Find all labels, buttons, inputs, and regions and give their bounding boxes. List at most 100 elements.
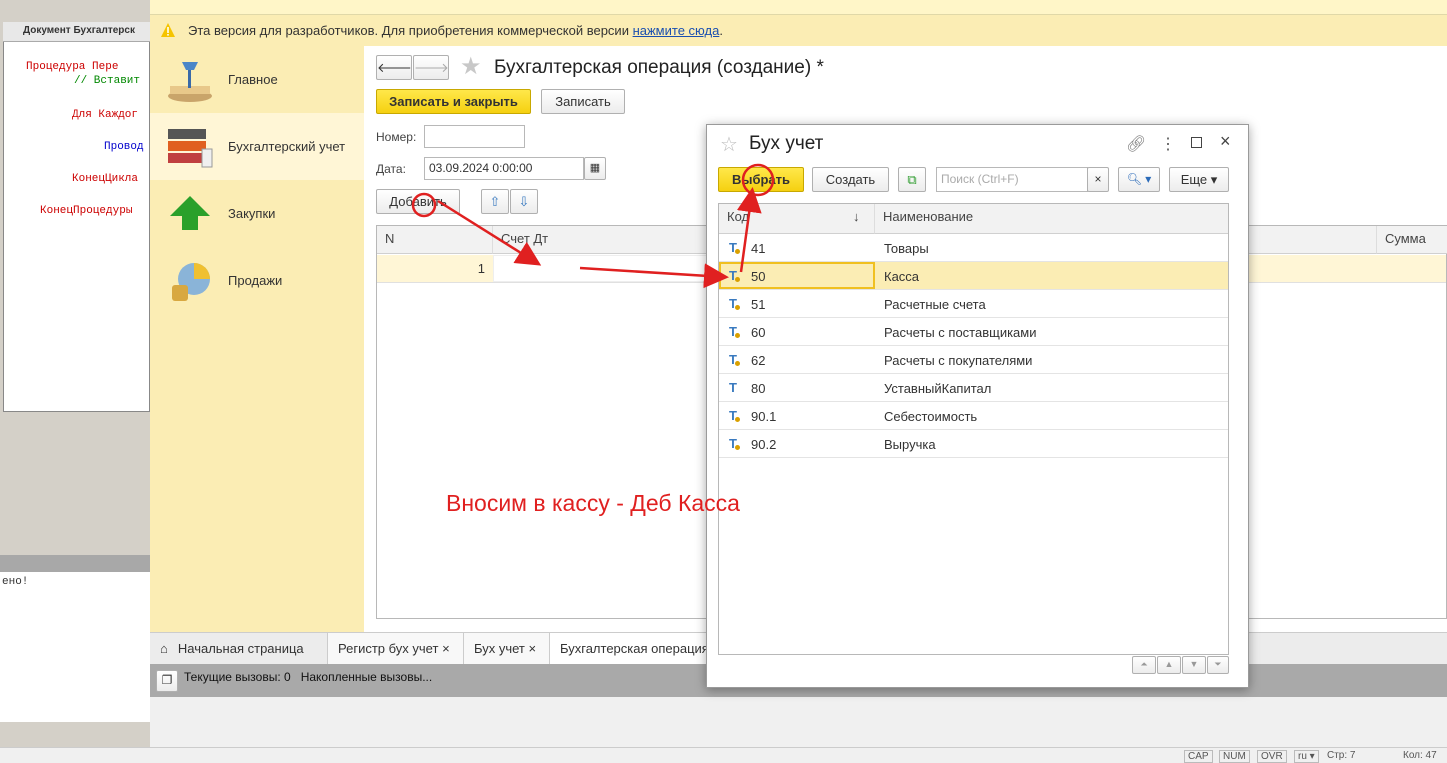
buy-link[interactable]: нажмите сюда [633, 23, 720, 38]
code-line: Провод [104, 141, 144, 153]
favorite-star-icon[interactable]: ★ [460, 52, 482, 81]
section-accounting[interactable]: Бухгалтерский учет [150, 113, 364, 180]
account-type-icon: T [729, 296, 740, 311]
tab-operation[interactable]: Бухгалтерская операция [550, 633, 710, 664]
table-row[interactable]: T 90.1 Себестоимость [719, 402, 1228, 430]
tab-home[interactable]: ⌂ Начальная страница [150, 633, 328, 664]
scroll-up-icon[interactable]: ▲ [1157, 656, 1181, 674]
current-calls: Текущие вызовы: 0 [184, 670, 291, 684]
move-up-icon[interactable]: ⇧ [481, 189, 509, 214]
caps-indicator: CAP [1184, 750, 1213, 763]
number-field[interactable] [424, 125, 525, 148]
save-close-button[interactable]: Записать и закрыть [376, 89, 531, 114]
close-icon[interactable]: × [442, 641, 450, 656]
section-label: Продажи [228, 273, 283, 288]
account-name: Расчеты с поставщиками [884, 325, 1037, 340]
num-indicator: NUM [1219, 750, 1250, 763]
copy-icon[interactable]: ⧉ [898, 167, 926, 192]
row-number: 1 [477, 261, 485, 276]
developer-banner: Эта версия для разработчиков. Для приобр… [150, 15, 1447, 46]
sections-panel: Главное Бухгалтерский учет Закупки Прода… [150, 46, 364, 632]
annotation-text: Вносим в кассу - Деб Касса [446, 490, 740, 516]
column-header-sum[interactable]: Сумма [1377, 226, 1447, 254]
table-row[interactable]: T 50 Касса [719, 262, 1228, 290]
code-line: Для Каждог [72, 109, 139, 121]
add-button[interactable]: Добавить [376, 189, 460, 214]
table-row[interactable]: T 62 Расчеты с покупателями [719, 346, 1228, 374]
account-code: 80 [751, 381, 766, 396]
accounts-table: Код ↓ Наименование T 41 Товары T 50 Касса T 51 Ра… [718, 203, 1229, 655]
form-title: Бухгалтерская операция (создание) * [494, 57, 824, 78]
table-row[interactable]: T 60 Расчеты с поставщиками [719, 318, 1228, 346]
table-row[interactable]: T 80 УставныйКапитал [719, 374, 1228, 402]
tab-accounts[interactable]: Бух учет × [464, 633, 550, 664]
create-button[interactable]: Создать [812, 167, 889, 192]
account-name: Расчетные счета [884, 297, 986, 312]
desk-lamp-icon [168, 62, 212, 102]
calendar-icon[interactable]: ▦ [584, 157, 606, 180]
binders-icon [168, 129, 213, 168]
table-row[interactable]: T 41 Товары [719, 234, 1228, 262]
more-vert-icon[interactable]: ⋮ [1160, 134, 1176, 154]
status-bar: CAP NUM OVR ru ▾ Стр: 7 Кол: 47 [0, 747, 1447, 763]
account-code: 90.2 [751, 437, 777, 452]
code-line: КонецПроцедуры [40, 205, 133, 217]
section-purchases[interactable]: Закупки [150, 180, 364, 247]
account-name: Расчеты с покупателями [884, 353, 1033, 368]
close-icon[interactable]: × [529, 641, 537, 656]
home-icon: ⌂ [160, 641, 168, 656]
maximize-icon[interactable] [1191, 137, 1202, 148]
more-button[interactable]: Еще ▾ [1169, 167, 1229, 192]
section-label: Бухгалтерский учет [228, 139, 346, 154]
account-code: 51 [751, 297, 766, 312]
windows-icon[interactable]: ❐ [156, 670, 178, 692]
tab-register[interactable]: Регистр бух учет × [328, 633, 464, 664]
warning-icon [161, 23, 175, 37]
forward-button[interactable]: 🡒 [413, 55, 449, 80]
back-button[interactable]: 🡐 [376, 55, 412, 80]
scroll-top-icon[interactable]: ⏶ [1132, 656, 1156, 674]
column-header-code[interactable]: Код ↓ [719, 204, 875, 234]
account-code: 62 [751, 353, 766, 368]
account-type-icon: T [729, 240, 740, 255]
column-header-n[interactable]: N [377, 226, 493, 254]
select-button[interactable]: Выбрать [718, 167, 804, 192]
column-header-name[interactable]: Наименование [875, 204, 1228, 234]
account-name: Товары [884, 241, 929, 256]
ovr-indicator: OVR [1257, 750, 1287, 763]
section-label: Главное [228, 72, 278, 87]
link-icon[interactable]: 🔗︎ [1126, 134, 1146, 154]
account-name: Себестоимость [884, 409, 978, 424]
ide-window-title: Документ Бухгалтерск [3, 22, 150, 42]
clear-icon[interactable]: × [1087, 167, 1109, 192]
account-name: Выручка [884, 437, 936, 452]
account-code: 60 [751, 325, 766, 340]
save-button[interactable]: Записать [541, 89, 625, 114]
dialog-title: Бух учет [749, 133, 824, 154]
move-down-icon[interactable]: ⇩ [510, 189, 538, 214]
search-icon[interactable]: 🔍︎ ▾ [1118, 167, 1160, 192]
table-row[interactable]: T 51 Расчетные счета [719, 290, 1228, 318]
section-main[interactable]: Главное [150, 46, 364, 113]
accumulated-calls[interactable]: Накопленные вызовы... [301, 670, 433, 684]
account-code: 90.1 [751, 409, 777, 424]
close-icon[interactable]: × [1220, 131, 1231, 152]
account-type-icon: T [729, 408, 740, 423]
date-field[interactable]: 03.09.2024 0:00:00 [424, 157, 584, 180]
table-row[interactable]: T 90.2 Выручка [719, 430, 1228, 458]
favorite-star-icon[interactable]: ☆ [720, 132, 738, 157]
language-selector[interactable]: ru ▾ [1294, 750, 1319, 763]
output-text: ено! [2, 576, 29, 588]
scroll-down-icon[interactable]: ▼ [1182, 656, 1206, 674]
search-input[interactable]: Поиск (Ctrl+F) [936, 167, 1088, 192]
tab-label: Бухгалтерская операция [560, 641, 709, 656]
sort-arrow-icon: ↓ [853, 209, 860, 224]
scroll-bottom-icon[interactable]: ⏷ [1207, 656, 1229, 674]
number-label: Номер: [376, 130, 417, 144]
account-type-icon: T [729, 352, 740, 367]
account-type-icon: T [729, 324, 740, 339]
banner-end: . [719, 23, 723, 38]
date-label: Дата: [376, 162, 406, 176]
ide-output-panel: ено! [0, 572, 150, 722]
section-sales[interactable]: Продажи [150, 247, 364, 314]
